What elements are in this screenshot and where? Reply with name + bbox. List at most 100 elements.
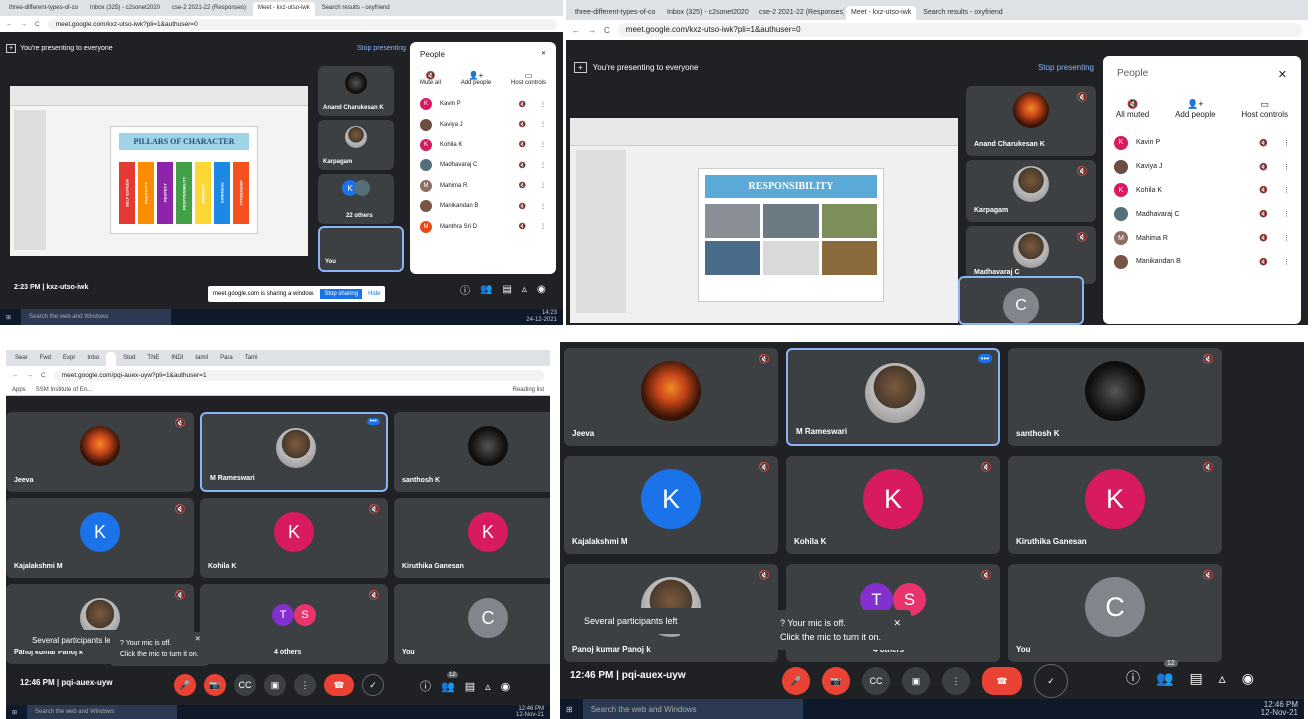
browser-tab[interactable] (106, 352, 117, 366)
participant-tile[interactable]: 🔇santhosh K (1008, 348, 1222, 446)
more-vert-icon[interactable]: ⋮ (1283, 163, 1290, 171)
people-icon[interactable]: 👥 12 (441, 671, 458, 693)
camera-off-button[interactable]: 📷 (822, 667, 850, 695)
close-icon[interactable]: ✕ (894, 616, 902, 630)
forward-icon[interactable]: → (588, 26, 596, 35)
participant-row[interactable]: K Kavin P 🔇 ⋮ (1103, 131, 1301, 155)
more-vert-icon[interactable]: ⋮ (540, 121, 546, 128)
close-icon[interactable]: ✕ (195, 634, 201, 645)
participant-tile[interactable]: 🔇 Jeeva (6, 412, 194, 492)
people-action[interactable]: 🔇 All muted (1116, 99, 1149, 119)
more-vert-icon[interactable]: ⋮ (540, 101, 546, 108)
browser-tab[interactable]: Para (215, 352, 238, 366)
more-vert-icon[interactable]: ⋮ (1283, 234, 1290, 242)
participant-tile[interactable]: Anand Charukesan K (318, 66, 394, 116)
close-icon[interactable]: ✕ (1278, 68, 1287, 81)
more-vert-icon[interactable]: ⋮ (1283, 186, 1290, 194)
participant-row[interactable]: K Kohila K 🔇 ⋮ (410, 135, 556, 155)
participant-tile[interactable]: 🔇 K Kajalakshmi M (564, 456, 778, 554)
participant-tile[interactable]: 🔇santhosh K (394, 412, 550, 492)
participant-tile[interactable]: 🔇CYou (394, 584, 550, 664)
participant-tile[interactable]: 🔇 TS 4 others (200, 584, 388, 664)
participant-tile[interactable]: Karpagam (318, 120, 394, 170)
captions-button[interactable]: CC (862, 667, 890, 695)
leave-call-button[interactable]: ☎ (324, 674, 354, 696)
bookmark-apps[interactable]: Apps (12, 387, 26, 393)
activities-icon[interactable]: ▵ (485, 680, 491, 693)
captions-button[interactable]: CC (234, 674, 256, 696)
participant-row[interactable]: Manikandan B 🔇 ⋮ (410, 196, 556, 216)
participant-row[interactable]: Madhavaraj C 🔇 ⋮ (1103, 202, 1301, 226)
participant-tile[interactable]: 🔇KKiruthika Ganesan (1008, 456, 1222, 554)
participant-tile[interactable]: 🔇 Karpagam (966, 160, 1096, 222)
activities-icon[interactable]: ▵ (522, 284, 527, 295)
more-vert-icon[interactable]: ⋮ (540, 141, 546, 148)
mic-off-button[interactable]: 🎤 (174, 674, 196, 696)
forward-icon[interactable]: → (21, 21, 28, 28)
participant-tile[interactable]: 🔇CYou (1008, 564, 1222, 662)
more-options-button[interactable]: ⋮ (294, 674, 316, 696)
participant-tile[interactable]: ••• M Rameswari (786, 348, 1000, 446)
self-tile[interactable]: C (958, 276, 1084, 325)
leave-call-button[interactable]: ☎ (982, 667, 1022, 695)
browser-tab[interactable]: Sear (10, 352, 33, 366)
people-action[interactable]: 🔇 Mute all (420, 71, 441, 86)
present-button[interactable]: ▣ (902, 667, 930, 695)
lock-icon[interactable]: ◉ (1242, 670, 1254, 687)
reload-icon[interactable]: C (604, 26, 610, 35)
address-bar[interactable]: meet.google.com/kxz-utso-iwk?pli=1&authu… (617, 23, 1302, 37)
browser-tab[interactable]: Meet - kxz-utso-iwk (846, 6, 917, 20)
more-vert-icon[interactable]: ⋮ (1283, 210, 1290, 218)
participant-tile[interactable]: 🔇 K Kohila K (200, 498, 388, 578)
people-icon[interactable]: 👥 12 (1156, 659, 1178, 687)
participant-row[interactable]: K Kohila K 🔇 ⋮ (1103, 179, 1301, 203)
camera-off-button[interactable]: 📷 (204, 674, 226, 696)
participant-row[interactable]: K Kavin P 🔇 ⋮ (410, 94, 556, 114)
stop-presenting-button[interactable]: Stop presenting (357, 45, 406, 52)
participant-row[interactable]: Madhavaraj C 🔇 ⋮ (410, 155, 556, 175)
taskbar-search[interactable]: Search the web and Windows (582, 699, 803, 719)
more-vert-icon[interactable]: ⋮ (1283, 258, 1290, 266)
participant-tile[interactable]: ••• M Rameswari (200, 412, 388, 492)
browser-tab[interactable]: TNE (142, 352, 165, 366)
forward-icon[interactable]: → (27, 372, 34, 379)
more-vert-icon[interactable]: ⋮ (540, 162, 546, 169)
lock-icon[interactable]: ◉ (501, 680, 511, 693)
people-icon[interactable]: 👥 (480, 284, 492, 295)
stop-presenting-button[interactable]: Stop presenting (1038, 63, 1094, 72)
people-action[interactable]: ▭ Host controls (511, 71, 546, 86)
participant-tile[interactable]: 🔇 K Kajalakshmi M (6, 498, 194, 578)
browser-tab[interactable]: Inbox (325) - c2sonet2020 (84, 2, 165, 16)
windows-start-icon[interactable]: ⊞ (566, 705, 573, 714)
people-action[interactable]: 👤+ Add people (1175, 99, 1215, 119)
browser-tab[interactable]: Expr (58, 352, 81, 366)
participant-tile[interactable]: 🔇 Anand Charukesan K (966, 86, 1096, 156)
raise-hand-button[interactable]: ✓ (1034, 664, 1068, 698)
browser-tab[interactable]: Fwd (34, 352, 57, 366)
back-icon[interactable]: ← (572, 26, 580, 35)
hide-button[interactable]: Hide (368, 291, 380, 297)
bookmark-ssm[interactable]: SSM Institute of En... (36, 387, 92, 393)
browser-tab[interactable]: Search results - oxyfriend (316, 2, 395, 16)
people-action[interactable]: 👤+ Add people (461, 71, 491, 86)
browser-tab[interactable]: Inbo (82, 352, 105, 366)
address-bar[interactable]: meet.google.com/pqi-auex-uyw?pli=1&authu… (53, 369, 544, 381)
info-icon[interactable]: ⓘ (460, 282, 470, 297)
browser-tab[interactable]: tamil (190, 352, 214, 366)
participant-tile[interactable]: 🔇KKiruthika Ganesan (394, 498, 550, 578)
participant-row[interactable]: M Mahima R 🔇 ⋮ (1103, 226, 1301, 250)
chat-icon[interactable]: ▤ (465, 680, 475, 693)
reload-icon[interactable]: C (41, 372, 46, 379)
chat-icon[interactable]: ▤ (502, 284, 511, 295)
participant-row[interactable]: M Manthra Sri D 🔇 ⋮ (410, 216, 556, 236)
more-vert-icon[interactable]: ⋮ (540, 223, 546, 230)
taskbar-search[interactable]: Search the web and Windows (27, 705, 178, 719)
windows-start-icon[interactable]: ⊞ (6, 314, 11, 321)
browser-tab[interactable]: three-different-types-of-co (570, 6, 660, 20)
more-vert-icon[interactable]: ⋮ (1283, 139, 1290, 147)
windows-start-icon[interactable]: ⊞ (12, 709, 17, 716)
participant-tile[interactable]: 🔇 K Kohila K (786, 456, 1000, 554)
activities-icon[interactable]: ▵ (1219, 670, 1226, 687)
more-options-icon[interactable]: ••• (366, 418, 380, 425)
taskbar-search[interactable]: Search the web and Windows (21, 309, 172, 325)
